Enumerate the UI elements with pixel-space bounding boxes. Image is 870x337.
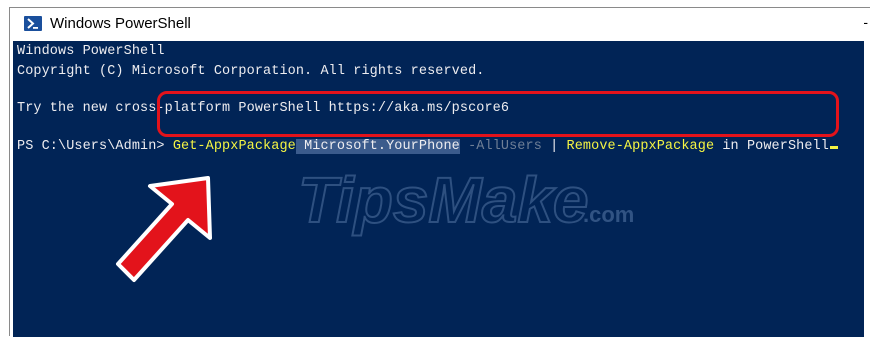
console-line-copyright: Copyright (C) Microsoft Corporation. All…	[17, 64, 485, 79]
window-title: Windows PowerShell	[50, 15, 191, 32]
console-command-line: PS C:\Users\Admin> Get-AppxPackage Micro…	[17, 139, 838, 154]
cmd-package-name: Microsoft.YourPhone	[304, 139, 460, 154]
red-arrow-icon	[112, 160, 222, 290]
watermark-text: TipsMake	[298, 164, 589, 236]
prompt: PS C:\Users\Admin>	[17, 139, 173, 154]
title-bar[interactable]: Windows PowerShell -	[10, 8, 870, 40]
tipsmake-watermark: TipsMake .com	[297, 160, 658, 240]
cmd-allusers-flag: -AllUsers	[459, 139, 542, 154]
command-highlight-box	[157, 91, 839, 137]
cmd-trailing-text: in PowerShell	[714, 139, 829, 154]
console-line-header: Windows PowerShell	[17, 44, 165, 59]
text-cursor	[829, 146, 838, 149]
watermark-suffix: .com	[583, 202, 634, 227]
cmd-get-appxpackage: Get-AppxPackage	[172, 139, 296, 154]
powershell-icon	[24, 16, 42, 31]
minimize-button[interactable]: -	[863, 14, 868, 30]
cmd-space	[295, 139, 305, 154]
window-right-edge	[864, 40, 870, 337]
cmd-remove-appxpackage: Remove-AppxPackage	[566, 139, 715, 154]
cmd-pipe: |	[541, 139, 567, 154]
